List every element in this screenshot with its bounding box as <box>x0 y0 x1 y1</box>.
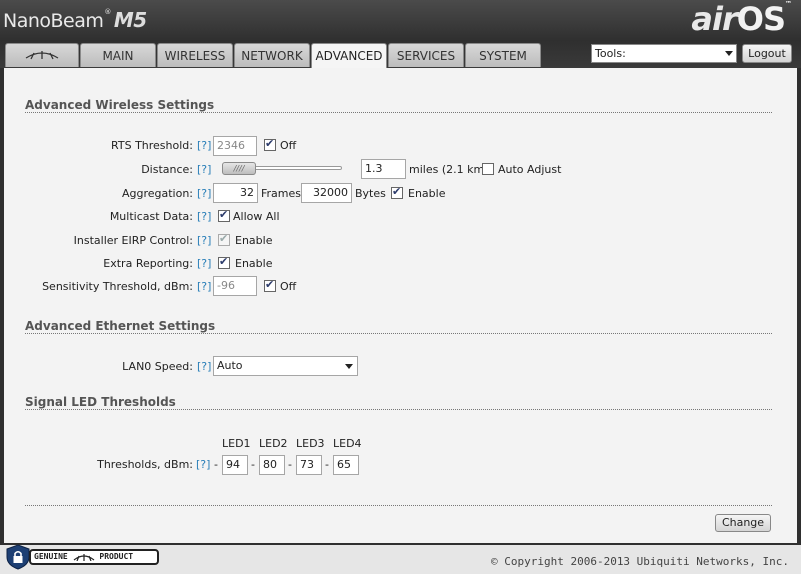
chevron-down-icon <box>345 364 353 369</box>
rts-threshold-input[interactable]: 2346 <box>213 136 257 156</box>
genuine-text: GENUINE <box>34 552 68 561</box>
change-button[interactable]: Change <box>715 514 771 532</box>
tools-select[interactable]: Tools: <box>591 44 737 63</box>
tools-select-value: Tools: <box>595 47 626 60</box>
multicast-allow-checkbox[interactable] <box>218 208 230 222</box>
tab-main[interactable]: MAIN <box>80 43 156 67</box>
airos-tm: ™ <box>785 0 792 8</box>
sensitivity-help-link[interactable]: [?] <box>197 280 211 293</box>
bytes-label: Bytes <box>355 187 386 200</box>
lan0-speed-help-link[interactable]: [?] <box>197 360 211 373</box>
product-text: PRODUCT <box>99 552 134 561</box>
distance-input[interactable]: 1.3 <box>361 159 406 179</box>
led4-threshold-input[interactable]: 65 <box>333 455 359 475</box>
section-title-led: Signal LED Thresholds <box>25 395 176 409</box>
extra-reporting-help-link[interactable]: [?] <box>197 257 211 270</box>
tab-network[interactable]: NETWORK <box>234 43 310 67</box>
led2-threshold-input[interactable]: 80 <box>259 455 285 475</box>
divider <box>25 333 772 334</box>
multicast-label: Multicast Data: <box>109 210 193 223</box>
multicast-help-link[interactable]: [?] <box>197 210 211 223</box>
airos-logo: airOS™ <box>691 0 792 38</box>
divider <box>25 505 772 506</box>
distance-label: Distance: <box>141 163 193 176</box>
divider <box>25 112 772 113</box>
led-separator: - <box>251 458 255 471</box>
eirp-help-link[interactable]: [?] <box>197 234 211 247</box>
aggregation-enable-checkbox[interactable] <box>391 185 403 199</box>
airos-os: OS <box>736 0 786 38</box>
brand-model: M5 <box>113 8 147 32</box>
ubnt-logo-icon <box>25 51 59 60</box>
logout-button[interactable]: Logout <box>742 44 792 63</box>
sensitivity-off-label: Off <box>280 280 297 293</box>
rts-off-label: Off <box>280 139 297 152</box>
led-separator: - <box>288 458 292 471</box>
shield-lock-icon <box>6 544 30 570</box>
auto-adjust-checkbox[interactable] <box>482 163 494 175</box>
led-separator: - <box>214 458 218 471</box>
tab-wireless[interactable]: WIRELESS <box>157 43 233 67</box>
aggregation-frames-input[interactable]: 32 <box>213 183 258 203</box>
led1-threshold-input[interactable]: 94 <box>222 455 248 475</box>
led4-header: LED4 <box>333 437 362 450</box>
airos-air: air <box>691 0 737 38</box>
tab-system[interactable]: SYSTEM <box>465 43 541 67</box>
tab-ubnt-logo[interactable] <box>5 43 79 67</box>
brand-name: NanoBeam <box>3 10 104 32</box>
tab-advanced[interactable]: ADVANCED <box>311 43 387 68</box>
sensitivity-threshold-input[interactable]: -96 <box>213 276 257 296</box>
rts-label: RTS Threshold: <box>111 139 193 152</box>
chevron-down-icon <box>725 51 733 56</box>
lan0-speed-select[interactable]: Auto <box>213 356 358 376</box>
led3-header: LED3 <box>296 437 325 450</box>
distance-slider-handle[interactable]: //// <box>222 162 256 175</box>
eirp-enable-checkbox[interactable] <box>218 232 230 246</box>
aggregation-help-link[interactable]: [?] <box>197 187 211 200</box>
lan0-speed-label: LAN0 Speed: <box>122 360 193 373</box>
ubnt-logo-icon <box>73 553 94 561</box>
extra-reporting-checkbox[interactable] <box>218 255 230 269</box>
genuine-product-label: GENUINE PRODUCT <box>29 549 159 565</box>
genuine-product-badge: GENUINE PRODUCT <box>3 544 161 570</box>
eirp-label: Installer EIRP Control: <box>73 234 193 247</box>
multicast-allow-label: Allow All <box>233 210 280 223</box>
extra-reporting-label: Extra Reporting: <box>103 257 193 270</box>
copyright-text: © Copyright 2006-2013 Ubiquiti Networks,… <box>490 555 789 568</box>
sensitivity-off-checkbox[interactable] <box>264 278 276 292</box>
divider <box>25 409 772 410</box>
led2-header: LED2 <box>259 437 288 450</box>
tab-services[interactable]: SERVICES <box>388 43 464 67</box>
distance-units: miles (2.1 km) <box>409 163 489 176</box>
device-brand: NanoBeam® M5 <box>3 8 147 32</box>
led3-threshold-input[interactable]: 73 <box>296 455 322 475</box>
lan0-speed-value: Auto <box>217 359 243 372</box>
aggregation-enable-label: Enable <box>408 187 446 200</box>
thresholds-label: Thresholds, dBm: <box>97 458 193 471</box>
thresholds-help-link[interactable]: [?] <box>196 458 210 471</box>
rts-help-link[interactable]: [?] <box>197 139 211 152</box>
led-separator: - <box>325 458 329 471</box>
led1-header: LED1 <box>222 437 251 450</box>
aggregation-label: Aggregation: <box>121 187 193 200</box>
sensitivity-label: Sensitivity Threshold, dBm: <box>42 280 193 293</box>
rts-off-checkbox[interactable] <box>264 137 276 151</box>
section-title-wireless: Advanced Wireless Settings <box>25 98 215 112</box>
eirp-enable-label: Enable <box>235 234 273 247</box>
aggregation-bytes-input[interactable]: 32000 <box>301 183 352 203</box>
distance-help-link[interactable]: [?] <box>197 163 211 176</box>
section-title-ethernet: Advanced Ethernet Settings <box>25 319 216 333</box>
frames-label: Frames <box>261 187 302 200</box>
brand-tm: ® <box>104 8 111 16</box>
auto-adjust-label: Auto Adjust <box>498 163 562 176</box>
extra-reporting-enable-label: Enable <box>235 257 273 270</box>
